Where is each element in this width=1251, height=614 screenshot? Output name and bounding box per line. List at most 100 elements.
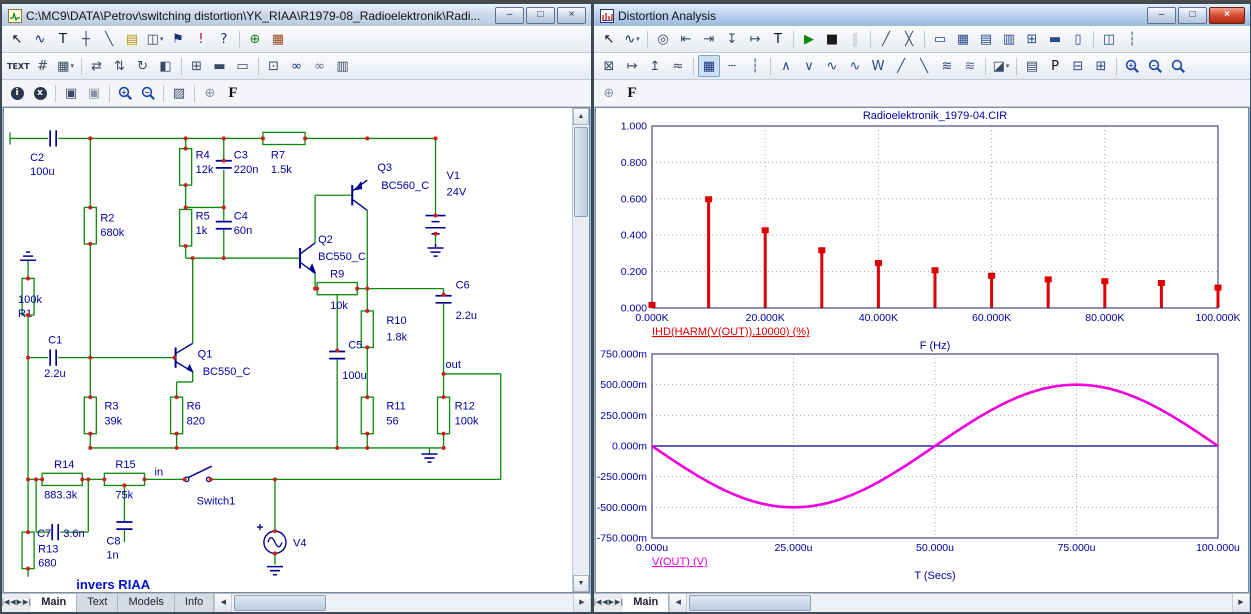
- screenshot-icon[interactable]: ▨: [168, 82, 190, 104]
- scroll-right-button[interactable]: ▶: [1232, 594, 1250, 612]
- horizontal-scrollbar[interactable]: ◀ ▶: [669, 594, 1250, 612]
- go-to-branch-icon[interactable]: ≈: [667, 55, 689, 77]
- component-editor-icon[interactable]: ⊕: [244, 28, 266, 50]
- tab-nav-button-3[interactable]: ▶|: [23, 599, 31, 606]
- vertical-scrollbar[interactable]: ▲ ▼: [572, 108, 589, 592]
- tab-nav-button-1[interactable]: ◀: [602, 599, 608, 606]
- schematic-titlebar[interactable]: C:\MC9\DATA\Petrov\switching distortion\…: [2, 4, 591, 26]
- add-scope-icon[interactable]: ⊟: [1067, 55, 1089, 77]
- tag-measure-mode-icon[interactable]: ↧: [721, 28, 743, 50]
- text-mode-icon[interactable]: T: [767, 28, 789, 50]
- stop-icon[interactable]: ■: [821, 28, 843, 50]
- cursor-lines-icon[interactable]: ┆: [1121, 28, 1143, 50]
- power-label-icon[interactable]: P: [1044, 55, 1066, 77]
- component-mode-icon[interactable]: ∿: [29, 28, 51, 50]
- slope-mode-icon[interactable]: ╳: [898, 28, 920, 50]
- go-to-y-icon[interactable]: ↥: [644, 55, 666, 77]
- text-mode-icon[interactable]: T: [52, 28, 74, 50]
- go-to-x-icon[interactable]: ↦: [621, 55, 643, 77]
- numeric-output-icon[interactable]: ▤: [1021, 55, 1043, 77]
- tab-text[interactable]: Text: [77, 594, 118, 612]
- envelope-upper-icon[interactable]: ≋: [936, 55, 958, 77]
- flip-vertical-icon[interactable]: ⇅: [109, 55, 131, 77]
- maximize-button[interactable]: □: [1178, 7, 1207, 24]
- vertical-cursor-icon[interactable]: ┆: [744, 55, 766, 77]
- analysis-plots[interactable]: Radioelektronik_1979-04.CIR0.0000.2000.4…: [596, 108, 1248, 592]
- font-icon[interactable]: F: [222, 82, 244, 104]
- switch-switch1[interactable]: [184, 466, 211, 481]
- vertical-scroll-track[interactable]: [573, 125, 589, 575]
- copy-page-icon[interactable]: ▣: [83, 82, 105, 104]
- delete-all-objects-icon[interactable]: ⊠: [598, 55, 620, 77]
- shape-editor-icon[interactable]: ▦: [267, 28, 289, 50]
- step-box-icon[interactable]: ⊞: [186, 55, 208, 77]
- zoom-in-icon[interactable]: +: [1121, 55, 1143, 77]
- select-mode-icon[interactable]: ↖: [6, 28, 28, 50]
- flag-mode-icon[interactable]: ⚑: [167, 28, 189, 50]
- zoom-window-icon[interactable]: [1167, 55, 1189, 77]
- run-icon[interactable]: ▶: [798, 28, 820, 50]
- cursor-mode-icon[interactable]: ◎: [652, 28, 674, 50]
- pin-mode-icon[interactable]: !: [190, 28, 212, 50]
- line-mode-icon[interactable]: ╱: [875, 28, 897, 50]
- waveform-width-icon[interactable]: W: [867, 55, 889, 77]
- horizontal-scroll-track[interactable]: [687, 594, 1232, 612]
- zoom-out-icon[interactable]: −: [1144, 55, 1166, 77]
- point-tag-mode-icon[interactable]: ↦: [744, 28, 766, 50]
- diagonal-wire-mode-icon[interactable]: ╲: [98, 28, 120, 50]
- window-select-mode-icon[interactable]: ◫▾: [144, 28, 166, 50]
- bring-to-front-icon[interactable]: ▬: [209, 55, 231, 77]
- select-mode-icon[interactable]: ↖: [598, 28, 620, 50]
- tab-nav-button-3[interactable]: ▶|: [615, 599, 623, 606]
- horizontal-scrollbar[interactable]: ◀ ▶: [214, 594, 591, 612]
- schematic-canvas[interactable]: C2100uR2680kR412kC3220nR51kC460nR71.5kQ3…: [4, 108, 572, 592]
- mirror-icon[interactable]: ◧: [155, 55, 177, 77]
- graphics-menu-icon[interactable]: ∿▾: [621, 28, 643, 50]
- zoom-region-icon[interactable]: ⊡: [263, 55, 285, 77]
- harmonics-view-icon[interactable]: ▦: [698, 55, 720, 77]
- tab-main[interactable]: Main: [31, 594, 77, 612]
- fall-measure-icon[interactable]: ∿: [844, 55, 866, 77]
- analysis-titlebar[interactable]: Distortion Analysis – □ ×: [594, 4, 1250, 26]
- panel-grid-icon[interactable]: ▦: [952, 28, 974, 50]
- info-window-icon[interactable]: ▥: [332, 55, 354, 77]
- zoom-out-icon[interactable]: −: [137, 82, 159, 104]
- panel-tall-icon[interactable]: ▯: [1067, 28, 1089, 50]
- panel-wide-icon[interactable]: ▬: [1044, 28, 1066, 50]
- slope-up-icon[interactable]: ╱: [890, 55, 912, 77]
- text-attribute-icon[interactable]: TEXT: [6, 55, 31, 77]
- tab-models[interactable]: Models: [118, 594, 174, 612]
- copy-to-clipboard-icon[interactable]: ▣: [60, 82, 82, 104]
- horizontal-scroll-thumb[interactable]: [234, 595, 326, 611]
- scroll-left-button[interactable]: ◀: [214, 594, 232, 612]
- envelope-lower-icon[interactable]: ≋: [959, 55, 981, 77]
- tab-nav-button-0[interactable]: |◀: [594, 599, 602, 606]
- send-to-back-icon[interactable]: ▭: [232, 55, 254, 77]
- properties-menu-icon[interactable]: ◪▾: [990, 55, 1012, 77]
- minimize-button[interactable]: –: [1147, 7, 1176, 24]
- scroll-left-button[interactable]: ◀: [669, 594, 687, 612]
- remove-scope-icon[interactable]: ⊞: [1090, 55, 1112, 77]
- rotate-icon[interactable]: ↻: [132, 55, 154, 77]
- pan-icon[interactable]: ⊕: [598, 82, 620, 104]
- minimize-button[interactable]: –: [495, 7, 524, 24]
- horizontal-cursor-icon[interactable]: ┄: [721, 55, 743, 77]
- slope-down-icon[interactable]: ╲: [913, 55, 935, 77]
- horizontal-scroll-track[interactable]: [232, 594, 573, 612]
- panel-single-icon[interactable]: ▭: [929, 28, 951, 50]
- scroll-up-button[interactable]: ▲: [573, 108, 589, 125]
- wire-mode-icon[interactable]: ┼: [75, 28, 97, 50]
- flip-horizontal-icon[interactable]: ⇄: [86, 55, 108, 77]
- scroll-right-button[interactable]: ▶: [573, 594, 591, 612]
- vertical-tag-mode-icon[interactable]: ⇥: [698, 28, 720, 50]
- scroll-down-button[interactable]: ▼: [573, 575, 589, 592]
- tab-info[interactable]: Info: [175, 594, 214, 612]
- peak-icon[interactable]: ∧: [775, 55, 797, 77]
- grid-toggle-icon[interactable]: ▦▾: [55, 55, 77, 77]
- horizontal-scroll-thumb[interactable]: [689, 595, 811, 611]
- pin-names-icon[interactable]: #: [32, 55, 54, 77]
- zoom-in-icon[interactable]: +: [114, 82, 136, 104]
- panel-rows-icon[interactable]: ▤: [975, 28, 997, 50]
- close-button[interactable]: ×: [557, 7, 586, 24]
- panel-quad-icon[interactable]: ⊞: [1021, 28, 1043, 50]
